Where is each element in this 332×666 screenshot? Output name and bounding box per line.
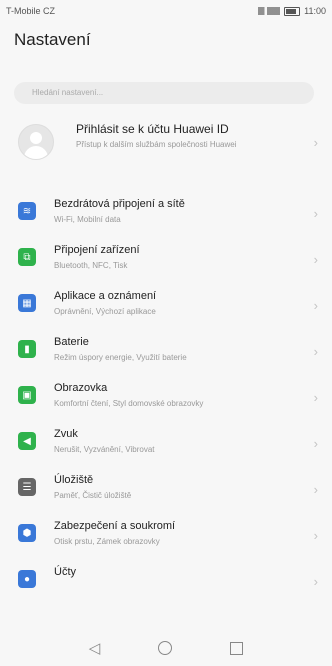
settings-item[interactable]: ◀ Zvuk Nerušit, Vyzvánění, Vibrovat › xyxy=(0,422,332,468)
settings-item[interactable]: ⧉ Připojení zařízení Bluetooth, NFC, Tisk › xyxy=(0,238,332,284)
navigation-bar: ◁ xyxy=(0,630,332,666)
settings-item[interactable]: ● Účty › xyxy=(0,560,332,606)
carrier-name: T-Mobile CZ xyxy=(6,6,56,16)
settings-item-subtitle: Wi-Fi, Mobilní data xyxy=(54,215,121,224)
settings-item-title: Baterie xyxy=(54,336,89,348)
page-title: Nastavení xyxy=(14,30,91,49)
wifi-icon: ≋ xyxy=(18,202,36,220)
huawei-id-login[interactable]: Přihlásit se k účtu Huawei ID Přístup k … xyxy=(0,118,332,168)
profile-title: Přihlásit se k účtu Huawei ID xyxy=(76,122,229,136)
device-connection-icon: ⧉ xyxy=(18,248,36,266)
settings-item[interactable]: ⬢ Zabezpečení a soukromí Otisk prstu, Záme… xyxy=(0,514,332,560)
settings-item-subtitle: Komfortní čtení, Styl domovské obrazovky xyxy=(54,399,204,408)
status-bar: T-Mobile CZ 11:00 xyxy=(0,0,332,22)
sound-icon: ◀ xyxy=(18,432,36,450)
settings-item-title: Zvuk xyxy=(54,428,78,440)
chevron-right-icon: › xyxy=(313,252,318,267)
settings-item-subtitle: Oprávnění, Výchozí aplikace xyxy=(54,307,156,316)
chevron-right-icon: › xyxy=(313,390,318,405)
chevron-right-icon: › xyxy=(313,135,318,150)
settings-item-title: Zabezpečení a soukromí xyxy=(54,520,176,532)
settings-item-title: Připojení zařízení xyxy=(54,244,140,256)
settings-item[interactable]: ≋ Bezdrátová připojení a sítě Wi-Fi, Mobil… xyxy=(0,192,332,238)
security-icon: ⬢ xyxy=(18,524,36,542)
apps-icon: ▦ xyxy=(18,294,36,312)
avatar xyxy=(18,124,54,160)
display-icon: ▣ xyxy=(18,386,36,404)
chevron-right-icon: › xyxy=(313,344,318,359)
settings-item-subtitle: Režim úspory energie, Využití baterie xyxy=(54,353,187,362)
battery-icon: ▮ xyxy=(18,340,36,358)
settings-item-subtitle: Nerušit, Vyzvánění, Vibrovat xyxy=(54,445,155,454)
storage-icon: ☰ xyxy=(18,478,36,496)
settings-item-subtitle: Otisk prstu, Zámek obrazovky xyxy=(54,537,160,546)
settings-item-subtitle: Paměť, Čistič úložiště xyxy=(54,491,132,500)
accounts-icon: ● xyxy=(18,570,36,588)
status-indicators: 11:00 xyxy=(258,6,326,16)
chevron-right-icon: › xyxy=(313,482,318,497)
search-input[interactable]: Hledání nastavení... xyxy=(14,82,314,104)
chevron-right-icon: › xyxy=(313,436,318,451)
clock: 11:00 xyxy=(304,6,326,16)
settings-item[interactable]: ☰ Úložiště Paměť, Čistič úložiště › xyxy=(0,468,332,514)
settings-item[interactable]: ▦ Aplikace a oznámení Oprávnění, Výchozí a… xyxy=(0,284,332,330)
signal-icon xyxy=(258,7,281,15)
recent-apps-button[interactable] xyxy=(230,641,244,655)
home-button[interactable] xyxy=(158,641,173,655)
chevron-right-icon: › xyxy=(313,574,318,589)
chevron-right-icon: › xyxy=(313,528,318,543)
battery-status-icon xyxy=(284,6,301,16)
chevron-right-icon: › xyxy=(313,298,318,313)
settings-item-title: Obrazovka xyxy=(54,382,108,394)
settings-item[interactable]: ▮ Baterie Režim úspory energie, Využití ba… xyxy=(0,330,332,376)
settings-item-title: Účty xyxy=(54,566,76,578)
profile-subtitle: Přístup k dalším službám společnosti Hua… xyxy=(76,140,237,149)
settings-item-subtitle: Bluetooth, NFC, Tisk xyxy=(54,261,128,270)
settings-item[interactable]: ▣ Obrazovka Komfortní čtení, Styl domovské… xyxy=(0,376,332,422)
settings-item-title: Aplikace a oznámení xyxy=(54,290,157,302)
settings-item-title: Úložiště xyxy=(54,474,94,486)
back-button[interactable]: ◁ xyxy=(89,639,101,657)
chevron-right-icon: › xyxy=(313,206,318,221)
settings-item-title: Bezdrátová připojení a sítě xyxy=(54,198,185,210)
